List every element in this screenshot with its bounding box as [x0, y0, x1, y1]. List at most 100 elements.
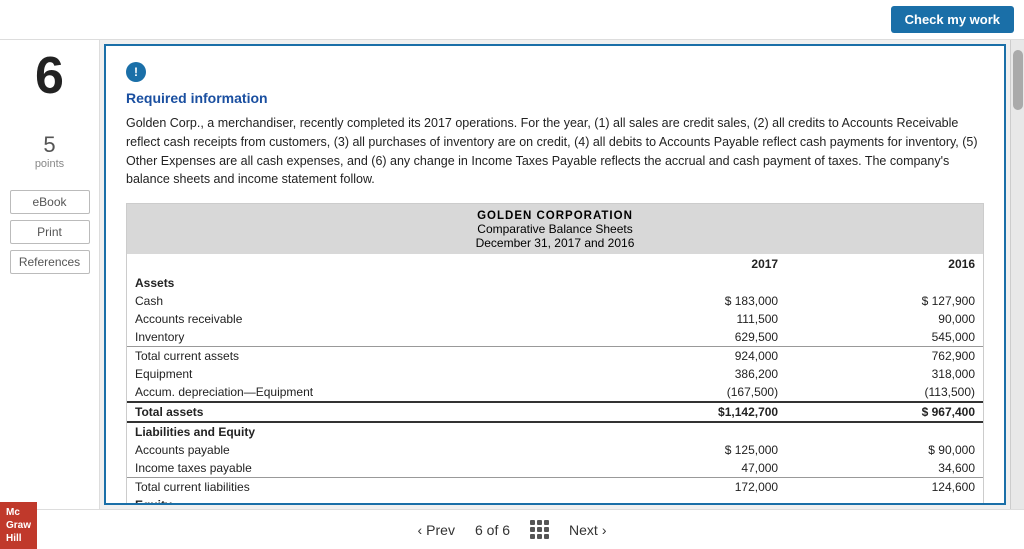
equity-heading-row: Equity — [127, 496, 983, 505]
page-info: 6 of 6 — [475, 522, 510, 538]
equipment-label: Equipment — [127, 365, 598, 383]
equipment-2016: 318,000 — [786, 365, 983, 383]
table-subtitle: December 31, 2017 and 2016 — [131, 236, 979, 250]
content-area: ! Required information Golden Corp., a m… — [104, 44, 1006, 505]
inventory-2017: 629,500 — [598, 328, 786, 347]
assets-2017-empty — [598, 274, 786, 292]
sidebar-buttons: eBook Print References — [10, 190, 90, 274]
equity-2016-empty — [786, 496, 983, 505]
total-current-assets-2017: 924,000 — [598, 347, 786, 366]
points-value: 5 — [35, 132, 64, 158]
balance-sheet-container: GOLDEN CORPORATION Comparative Balance S… — [126, 203, 984, 505]
ar-label: Accounts receivable — [127, 310, 598, 328]
of-label: of — [487, 522, 503, 538]
cash-2017: $ 183,000 — [598, 292, 786, 310]
alert-icon: ! — [126, 62, 146, 82]
grid-dot-1 — [530, 520, 535, 525]
total-current-assets-label: Total current assets — [127, 347, 598, 366]
grid-dot-9 — [544, 534, 549, 539]
bottom-bar: ‹ Prev 6 of 6 Next › — [0, 509, 1024, 549]
accum-depr-2017: (167,500) — [598, 383, 786, 402]
table-column-headers: 2017 2016 — [127, 254, 983, 274]
grid-dot-3 — [544, 520, 549, 525]
table-row: Total current assets 924,000 762,900 — [127, 347, 983, 366]
grid-dot-2 — [537, 520, 542, 525]
table-row: Income taxes payable 47,000 34,600 — [127, 459, 983, 478]
grid-dot-6 — [544, 527, 549, 532]
check-my-work-button[interactable]: Check my work — [891, 6, 1014, 33]
current-page: 6 — [475, 522, 483, 538]
ap-2016: $ 90,000 — [786, 441, 983, 459]
ap-2017: $ 125,000 — [598, 441, 786, 459]
grid-dot-7 — [530, 534, 535, 539]
table-row: Accounts payable $ 125,000 $ 90,000 — [127, 441, 983, 459]
table-row: Accum. depreciation—Equipment (167,500) … — [127, 383, 983, 402]
table-row: Inventory 629,500 545,000 — [127, 328, 983, 347]
financial-table: 2017 2016 Assets Cash $ 183,000 $ 127,90… — [127, 254, 983, 505]
company-name: GOLDEN CORPORATION — [131, 210, 979, 222]
hill-line: Hill — [6, 532, 31, 545]
equity-heading: Equity — [127, 496, 598, 505]
total-current-liabilities-2017: 172,000 — [598, 478, 786, 497]
ebook-btn[interactable]: eBook — [10, 190, 90, 214]
liabilities-heading-row: Liabilities and Equity — [127, 422, 983, 441]
next-chevron-icon: › — [602, 522, 607, 538]
accum-depr-label: Accum. depreciation—Equipment — [127, 383, 598, 402]
equipment-2017: 386,200 — [598, 365, 786, 383]
income-taxes-label: Income taxes payable — [127, 459, 598, 478]
mc-line: Mc — [6, 506, 31, 519]
print-btn[interactable]: Print — [10, 220, 90, 244]
next-label: Next — [569, 522, 598, 538]
grid-icon[interactable] — [530, 520, 549, 539]
table-title: Comparative Balance Sheets — [131, 222, 979, 236]
inventory-label: Inventory — [127, 328, 598, 347]
grid-dot-4 — [530, 527, 535, 532]
table-header: GOLDEN CORPORATION Comparative Balance S… — [127, 204, 983, 254]
scrollbar[interactable] — [1010, 40, 1024, 509]
total-current-liabilities-2016: 124,600 — [786, 478, 983, 497]
required-info-header: ! — [126, 62, 984, 82]
table-row: Total current liabilities 172,000 124,60… — [127, 478, 983, 497]
grid-dot-5 — [537, 527, 542, 532]
total-current-liabilities-label: Total current liabilities — [127, 478, 598, 497]
graw-line: Graw — [6, 519, 31, 532]
mcgrawhill-logo: Mc Graw Hill — [0, 502, 37, 549]
total-assets-label: Total assets — [127, 402, 598, 422]
income-taxes-2016: 34,600 — [786, 459, 983, 478]
top-bar: Check my work — [0, 0, 1024, 40]
main-layout: 6 5 points eBook Print References ! Requ… — [0, 40, 1024, 509]
points-section: 5 points — [35, 132, 64, 170]
accum-depr-2016: (113,500) — [786, 383, 983, 402]
required-info-title: Required information — [126, 90, 984, 106]
grid-dot-8 — [537, 534, 542, 539]
cash-2016: $ 127,900 — [786, 292, 983, 310]
inventory-2016: 545,000 — [786, 328, 983, 347]
points-label: points — [35, 158, 64, 170]
left-panel: 6 5 points eBook Print References — [0, 40, 100, 509]
question-number: 6 — [35, 50, 64, 102]
income-taxes-2017: 47,000 — [598, 459, 786, 478]
table-row: Equipment 386,200 318,000 — [127, 365, 983, 383]
liabilities-2017-empty — [598, 422, 786, 441]
table-row: Cash $ 183,000 $ 127,900 — [127, 292, 983, 310]
liabilities-heading: Liabilities and Equity — [127, 422, 598, 441]
prev-button[interactable]: ‹ Prev — [418, 522, 455, 538]
total-assets-2016: $ 967,400 — [786, 402, 983, 422]
2017-col-header: 2017 — [598, 254, 786, 274]
assets-heading-row: Assets — [127, 274, 983, 292]
ar-2017: 111,500 — [598, 310, 786, 328]
ap-label: Accounts payable — [127, 441, 598, 459]
2016-col-header: 2016 — [786, 254, 983, 274]
references-btn[interactable]: References — [10, 250, 90, 274]
scrollbar-thumb[interactable] — [1013, 50, 1023, 110]
next-button[interactable]: Next › — [569, 522, 606, 538]
total-current-assets-2016: 762,900 — [786, 347, 983, 366]
label-col-header — [127, 254, 598, 274]
prev-chevron-icon: ‹ — [418, 522, 423, 538]
assets-heading: Assets — [127, 274, 598, 292]
cash-label: Cash — [127, 292, 598, 310]
equity-2017-empty — [598, 496, 786, 505]
total-assets-row: Total assets $1,142,700 $ 967,400 — [127, 402, 983, 422]
total-pages: 6 — [502, 522, 510, 538]
liabilities-2016-empty — [786, 422, 983, 441]
